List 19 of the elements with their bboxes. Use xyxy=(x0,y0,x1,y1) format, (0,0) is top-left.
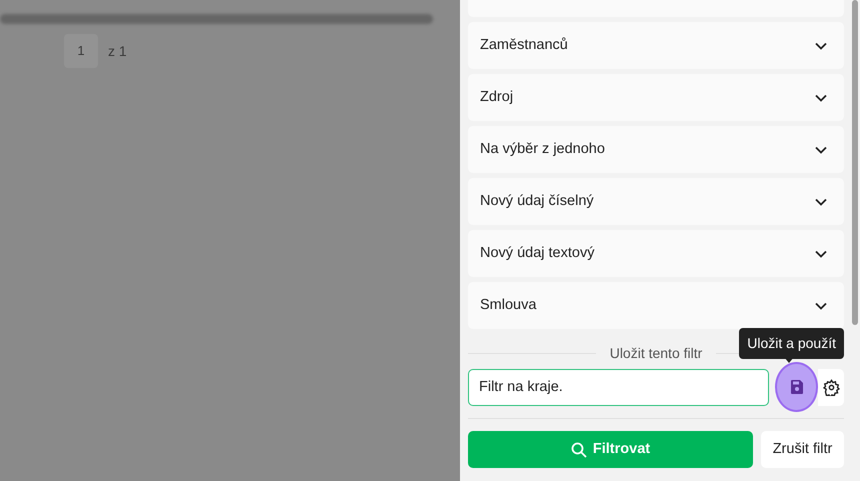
save-icon xyxy=(788,379,805,395)
filter-accordion-item[interactable]: Zdroj xyxy=(468,74,844,121)
filter-accordion-item[interactable]: Nový údaj textový xyxy=(468,230,844,277)
page-total: z 1 xyxy=(108,42,127,60)
filter-name-field[interactable]: Filtr na kraje. xyxy=(468,368,769,406)
settings-button[interactable] xyxy=(818,368,844,406)
settings-icon xyxy=(822,378,840,396)
filter-accordion-item[interactable]: Na výběr z jednoho xyxy=(468,126,844,173)
cancel-filter-button[interactable]: Zrušit filtr xyxy=(761,431,844,468)
save-button[interactable] xyxy=(775,362,818,412)
tooltip: Uložit a použít xyxy=(739,328,844,359)
tooltip-arrow xyxy=(784,357,794,363)
page-number[interactable]: 1 xyxy=(64,34,98,68)
filter-accordion-item[interactable]: Nový údaj číselný xyxy=(468,178,844,225)
filter-accordion-item[interactable]: Zaměstnanců xyxy=(468,22,844,69)
filter-accordion-item[interactable]: Smlouva xyxy=(468,282,844,329)
save-filter-label: Uložit tento filtr xyxy=(610,344,702,362)
scrollbar-thumb[interactable] xyxy=(852,0,858,325)
search-icon xyxy=(570,442,587,458)
